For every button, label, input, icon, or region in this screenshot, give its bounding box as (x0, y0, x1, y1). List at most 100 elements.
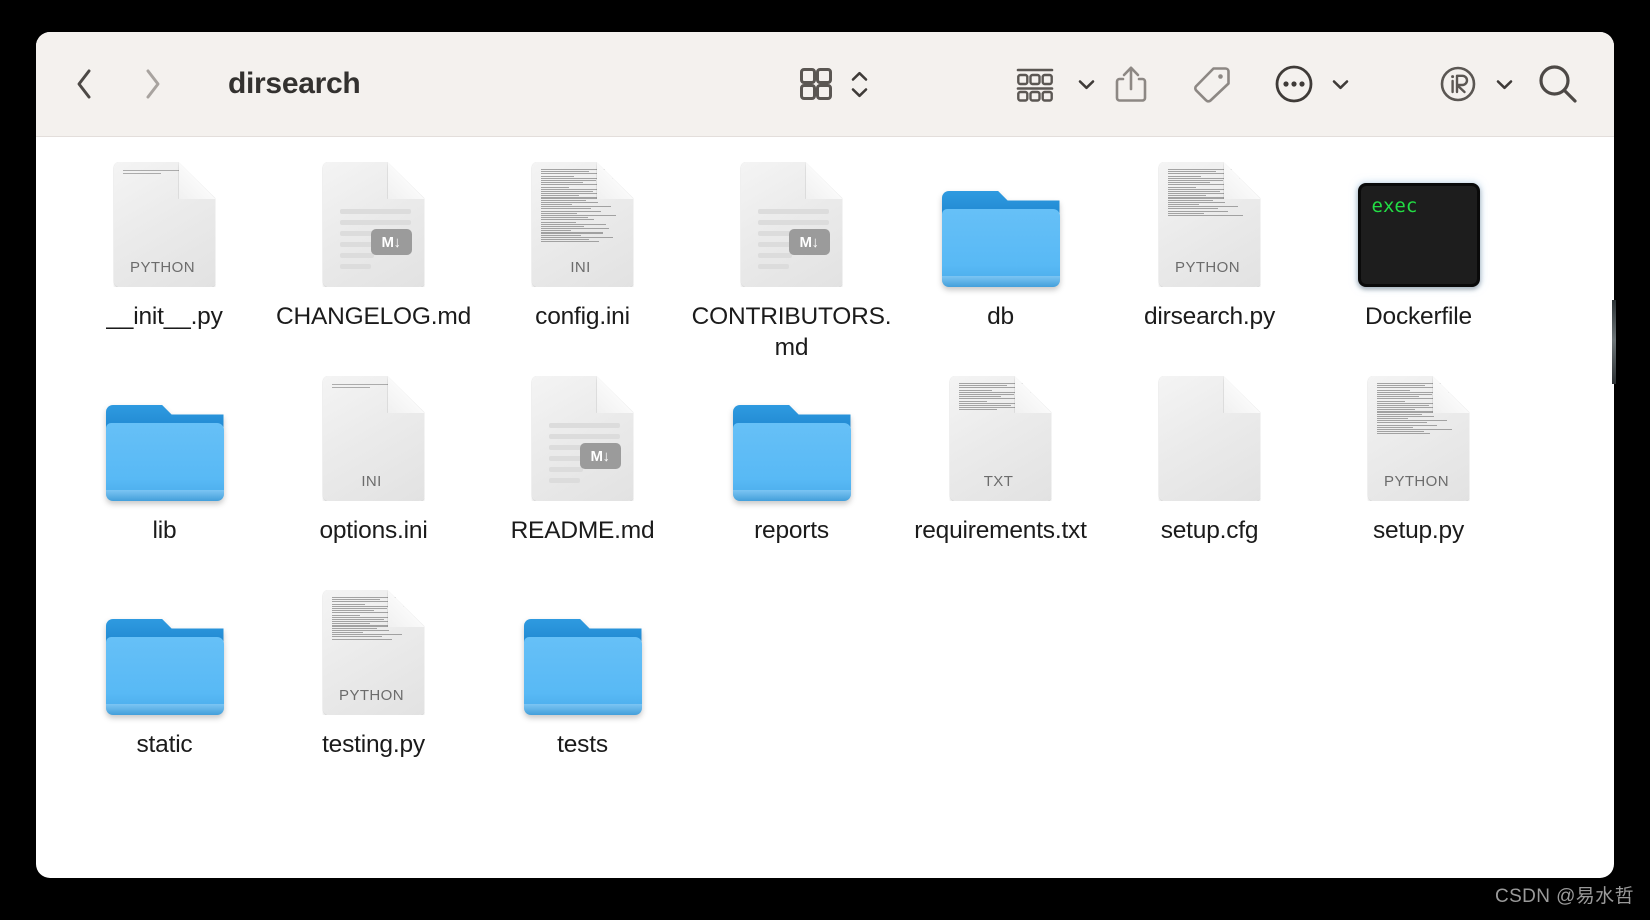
file-name-label[interactable]: requirements.txt (901, 515, 1101, 546)
document-icon: PYTHON (1158, 162, 1261, 287)
chevron-up-icon (851, 71, 868, 81)
forward-button[interactable] (133, 62, 173, 106)
file-name-label[interactable]: db (901, 301, 1101, 332)
file-name-label[interactable]: setup.py (1319, 515, 1519, 546)
file-icon-box: PYTHON (113, 159, 216, 287)
document-kind-label: PYTHON (1384, 473, 1449, 490)
file-name-label[interactable]: Dockerfile (1319, 301, 1519, 332)
finder-toolbar: dirsearch (36, 32, 1614, 137)
document-icon: PYTHON (113, 162, 216, 287)
sort-chevrons-icon[interactable] (851, 71, 868, 98)
file-name-label[interactable]: README.md (483, 515, 683, 546)
file-name-label[interactable]: setup.cfg (1110, 515, 1310, 546)
file-item[interactable]: PYTHON __init__.py (60, 159, 269, 373)
chevron-down-icon (851, 87, 868, 97)
file-item[interactable]: exec Dockerfile (1314, 159, 1523, 373)
group-by-control[interactable] (1014, 65, 1095, 103)
share-button[interactable] (1114, 64, 1148, 104)
folder-front (105, 423, 224, 501)
ir-circle-icon[interactable] (1438, 64, 1478, 104)
document-icon: PYTHON (322, 590, 425, 715)
file-icon-box: exec (1357, 159, 1480, 287)
document-kind-label: PYTHON (339, 687, 404, 704)
file-name-label[interactable]: tests (483, 729, 683, 760)
page-fold-corner (178, 162, 216, 199)
document-page (1158, 376, 1261, 501)
file-icon-box (941, 159, 1060, 287)
document-page: PYTHON (1158, 162, 1261, 287)
document-page: PYTHON (113, 162, 216, 287)
tag-icon (1191, 64, 1233, 104)
document-icon: M↓ (740, 162, 843, 287)
back-button[interactable] (64, 62, 104, 106)
grid-view-icon[interactable] (798, 66, 834, 102)
document-icon: INI (531, 162, 634, 287)
tags-button[interactable] (1191, 64, 1233, 104)
file-item[interactable]: setup.cfg (1105, 373, 1314, 587)
file-name-label[interactable]: CONTRIBUTORS.md (692, 301, 892, 363)
share-icon (1114, 64, 1148, 104)
view-mode-control[interactable] (798, 66, 868, 102)
file-icon-box: PYTHON (1158, 159, 1261, 287)
file-item[interactable]: db (896, 159, 1105, 373)
file-name-label[interactable]: static (65, 729, 265, 760)
document-kind-label: PYTHON (1175, 259, 1240, 276)
file-icon-box: PYTHON (322, 587, 425, 715)
group-rows-icon[interactable] (1014, 65, 1056, 103)
file-item[interactable]: PYTHON setup.py (1314, 373, 1523, 587)
markdown-badge: M↓ (788, 229, 830, 255)
file-grid: PYTHON __init__.py M↓ CHANGELOG.md INI config… (36, 137, 1614, 878)
search-button[interactable] (1536, 62, 1580, 106)
file-icon-box: INI (322, 373, 425, 501)
document-page: M↓ (322, 162, 425, 287)
ir-control[interactable] (1438, 64, 1513, 104)
file-item[interactable]: TXT requirements.txt (896, 373, 1105, 587)
document-page: INI (322, 376, 425, 501)
file-icon-box (1158, 373, 1261, 501)
folder-front (523, 637, 642, 715)
file-item[interactable]: lib (60, 373, 269, 587)
exec-text: exec (1371, 195, 1418, 217)
file-item[interactable]: M↓ CHANGELOG.md (269, 159, 478, 373)
page-fold-corner (387, 376, 425, 413)
file-item[interactable]: M↓ CONTRIBUTORS.md (687, 159, 896, 373)
file-item[interactable]: PYTHON testing.py (269, 587, 478, 801)
document-kind-label: INI (361, 473, 382, 490)
document-kind-label: TXT (983, 473, 1014, 490)
file-item[interactable]: tests (478, 587, 687, 801)
search-icon (1536, 62, 1580, 106)
ir-chevron-down-icon[interactable] (1496, 79, 1513, 90)
document-kind-label: INI (570, 259, 591, 276)
window-title-text: dirsearch (228, 67, 361, 100)
file-item[interactable]: static (60, 587, 269, 801)
file-item[interactable]: INI config.ini (478, 159, 687, 373)
file-name-label[interactable]: __init__.py (65, 301, 265, 332)
executable-terminal-icon: exec (1357, 183, 1480, 287)
file-item[interactable]: M↓ README.md (478, 373, 687, 587)
group-chevron-down-icon[interactable] (1078, 79, 1095, 90)
file-name-label[interactable]: config.ini (483, 301, 683, 332)
more-circle-icon[interactable] (1274, 64, 1314, 104)
file-item[interactable]: INI options.ini (269, 373, 478, 587)
file-icon-box: PYTHON (1367, 373, 1470, 501)
file-icon-box (105, 373, 224, 501)
file-item[interactable]: reports (687, 373, 896, 587)
document-page: TXT (949, 376, 1052, 501)
file-icon-box (523, 587, 642, 715)
folder-icon (732, 405, 851, 501)
forward-chevron-icon (146, 69, 160, 99)
file-name-label[interactable]: lib (65, 515, 265, 546)
file-name-label[interactable]: options.ini (274, 515, 474, 546)
screen-edge-artifact (1612, 300, 1616, 384)
file-item[interactable]: PYTHON dirsearch.py (1105, 159, 1314, 373)
file-name-label[interactable]: reports (692, 515, 892, 546)
folder-front (941, 209, 1060, 287)
file-name-label[interactable]: testing.py (274, 729, 474, 760)
file-name-label[interactable]: dirsearch.py (1110, 301, 1310, 332)
more-control[interactable] (1274, 64, 1349, 104)
file-icon-box: M↓ (531, 373, 634, 501)
file-name-label[interactable]: CHANGELOG.md (274, 301, 474, 332)
more-chevron-down-icon[interactable] (1332, 79, 1349, 90)
file-icon-box: M↓ (740, 159, 843, 287)
page-fold-corner (596, 376, 634, 413)
